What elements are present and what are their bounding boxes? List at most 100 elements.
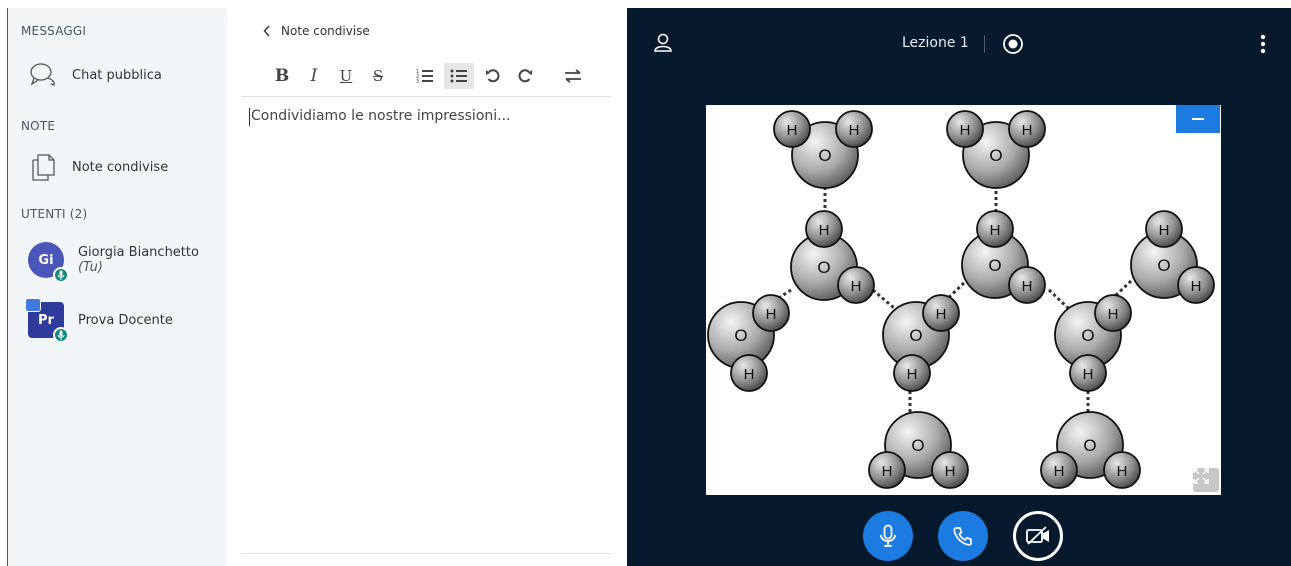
hydrogen-atom: H — [1008, 110, 1046, 148]
fullscreen-icon — [1193, 468, 1209, 484]
phone-icon — [953, 527, 972, 546]
hydrogen-label: H — [1159, 222, 1170, 239]
strikethrough-button[interactable]: S — [367, 63, 389, 89]
undo-button[interactable] — [482, 63, 504, 89]
hydrogen-label: H — [1117, 463, 1128, 480]
chevron-left-icon — [263, 25, 270, 37]
hydrogen-label: H — [990, 222, 1001, 239]
shared-notes-panel: Note condivise B I U S 1 2 3 Condividiam… — [227, 8, 625, 566]
hydrogen-atom: H — [893, 354, 931, 392]
oxygen-label: O — [734, 326, 747, 345]
public-chat-item[interactable]: Chat pubblica — [8, 55, 228, 95]
record-icon[interactable] — [1002, 33, 1024, 55]
hydrogen-label: H — [907, 366, 918, 383]
app-window: MESSAGGI Chat pubblica NOTE Note condivi… — [0, 0, 1291, 566]
camera-off-icon — [1026, 526, 1049, 545]
notes-back-button[interactable]: Note condivise — [263, 24, 370, 38]
microphone-icon — [52, 267, 69, 283]
svg-text:3: 3 — [416, 79, 419, 84]
water-molecules-diagram: OH HOH HOHHOHHOHHOHHOHHOHHOH HOH H — [707, 110, 1215, 489]
hydrogen-label: H — [1191, 278, 1202, 295]
avatar-initials: Pr — [38, 312, 54, 328]
shared-notes-item[interactable]: Note condivise — [8, 147, 228, 187]
microphone-button[interactable] — [863, 511, 913, 561]
hydrogen-atom: H — [730, 354, 768, 392]
hydrogen-label: H — [1108, 306, 1119, 323]
avatar: Gi — [28, 242, 69, 283]
oxygen-label: O — [1081, 326, 1094, 345]
notes-editor[interactable]: Condividiamo le nostre impressioni... — [249, 108, 511, 126]
hydrogen-atom: H — [1103, 451, 1141, 489]
hydrogen-atom: H — [835, 110, 873, 148]
hydrogen-label: H — [1054, 463, 1065, 480]
hydrogen-atom: H — [931, 451, 969, 489]
oxygen-label: O — [1083, 436, 1096, 455]
user-list-item[interactable]: Gi Giorgia Bianchetto (Tu) — [8, 238, 228, 283]
presenter-icon — [25, 298, 41, 312]
title-separator — [984, 35, 985, 53]
fullscreen-button[interactable] — [1193, 468, 1219, 492]
molecule-atoms: OH HOH HOHHOHHOHHOHHOHHOHHOH HOH H — [707, 110, 1215, 489]
hydrogen-label: H — [945, 463, 956, 480]
sidebar: MESSAGGI Chat pubblica NOTE Note condivi… — [7, 8, 227, 566]
user-name-text: Giorgia Bianchetto — [77, 245, 199, 260]
more-options-icon[interactable] — [1257, 33, 1269, 55]
italic-button[interactable]: I — [303, 63, 325, 89]
minus-icon — [1192, 118, 1204, 120]
meeting-title: Lezione 1 — [902, 35, 969, 51]
notes-back-label: Note condivise — [281, 24, 370, 38]
microphone-icon — [880, 524, 896, 547]
webcam-button[interactable] — [1013, 511, 1063, 561]
editor-toolbar: B I U S 1 2 3 — [271, 63, 601, 89]
hydrogen-label: H — [1022, 278, 1033, 295]
you-label: (Tu) — [77, 260, 103, 275]
swap-icon — [565, 69, 581, 83]
hydrogen-label: H — [744, 366, 755, 383]
hydrogen-label: H — [851, 278, 862, 295]
hydrogen-bond-line — [1047, 288, 1070, 310]
user-name: Prova Docente — [78, 312, 173, 328]
hydrogen-atom: H — [805, 210, 843, 248]
redo-button[interactable] — [514, 63, 536, 89]
user-list-toggle-icon[interactable] — [652, 32, 674, 54]
minimize-presentation-button[interactable] — [1176, 105, 1220, 133]
oxygen-label: O — [1157, 256, 1170, 275]
bullet-list-icon — [450, 69, 467, 83]
avatar-initials: Gi — [38, 252, 54, 268]
hydrogen-label: H — [849, 122, 860, 139]
hydrogen-atom: H — [1008, 266, 1046, 304]
leave-audio-button[interactable] — [938, 511, 988, 561]
bullet-list-button[interactable] — [444, 63, 474, 89]
bold-button[interactable]: B — [271, 63, 293, 89]
editor-bottom-divider — [241, 553, 611, 554]
hydrogen-atom: H — [868, 451, 906, 489]
oxygen-label: O — [909, 326, 922, 345]
hydrogen-atom: H — [1040, 451, 1078, 489]
hydrogen-label: H — [1022, 122, 1033, 139]
user-list-item[interactable]: Pr Prova Docente — [8, 298, 228, 343]
document-icon — [26, 150, 60, 184]
redo-icon — [518, 69, 532, 83]
hydrogen-bond-line — [872, 288, 895, 310]
microphone-icon — [53, 327, 69, 343]
presentation-slide: OHHOHHOHHOHHOHHOHHOHHOHHOHHOHH — [706, 105, 1221, 495]
toolbar-divider — [241, 96, 611, 97]
notes-section-title: NOTE — [21, 119, 56, 133]
oxygen-label: O — [988, 256, 1001, 275]
import-export-button[interactable] — [561, 63, 585, 89]
hydrogen-atom: H — [773, 110, 811, 148]
hydrogen-atom: H — [1145, 210, 1183, 248]
public-chat-label: Chat pubblica — [72, 67, 162, 83]
oxygen-label: O — [911, 436, 924, 455]
hydrogen-label: H — [936, 306, 947, 323]
hydrogen-atom: H — [752, 294, 790, 332]
underline-button[interactable]: U — [335, 63, 357, 89]
user-name: Giorgia Bianchetto (Tu) — [78, 245, 228, 275]
hydrogen-atom: H — [1177, 266, 1215, 304]
ordered-list-button[interactable]: 1 2 3 — [413, 63, 437, 89]
avatar: Pr — [25, 298, 69, 343]
oxygen-label: O — [817, 258, 830, 277]
oxygen-label: O — [818, 146, 831, 165]
hydrogen-atom: H — [976, 210, 1014, 248]
messages-section-title: MESSAGGI — [21, 24, 87, 38]
